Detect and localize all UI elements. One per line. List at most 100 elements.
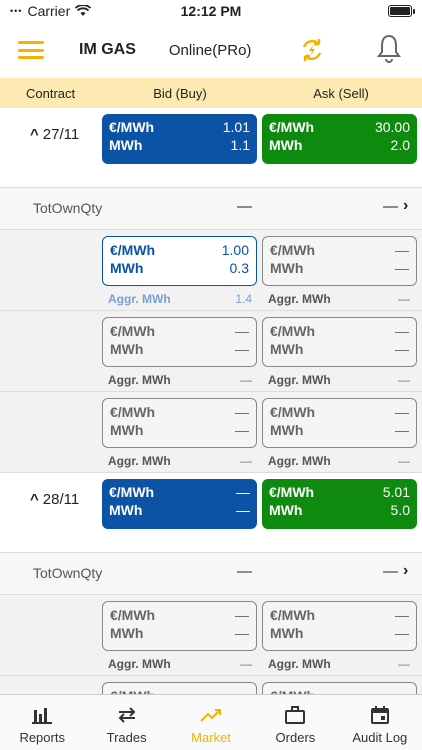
price-unit-label: €/MWh	[270, 687, 315, 694]
ask-quote[interactable]: €/MWh—MWh—	[262, 317, 417, 367]
price-value: —	[235, 607, 249, 623]
briefcase-icon	[285, 706, 306, 724]
bid-quote[interactable]: €/MWh —MWh —	[102, 601, 257, 651]
bid-quote[interactable]: €/MWh—MWh—	[102, 682, 257, 694]
price-line: €/MWh 5.01	[269, 483, 410, 501]
chevron-right-icon[interactable]: ›	[403, 197, 408, 215]
tab-trades[interactable]: Trades	[84, 695, 168, 750]
tab-label: Orders	[275, 730, 316, 745]
own-qty-row[interactable]: TotOwnQty — — ›	[0, 553, 422, 595]
own-qty-bid: —	[237, 563, 252, 580]
price-value: —	[235, 687, 249, 694]
contract-row: ^ 28/11 €/MWh — MWh — €/MWh 5.01 MWh 5.0	[0, 473, 422, 553]
price-line: €/MWh —	[110, 606, 249, 624]
ask-quote[interactable]: €/MWh—MWh—	[262, 682, 417, 694]
tab-label: Market	[191, 730, 231, 745]
tab-label: Reports	[19, 730, 65, 745]
price-line: €/MWh —	[109, 483, 250, 501]
qty-line: MWh —	[110, 340, 249, 358]
depth-row: €/MWh—MWh—€/MWh—MWh—Aggr. MWh—Aggr. MWh—	[0, 595, 422, 676]
price-line: €/MWh —	[270, 322, 409, 340]
tab-audit-log[interactable]: Audit Log	[338, 695, 422, 750]
qty-line: MWh —	[270, 624, 409, 642]
depth-row: €/MWh 1.00 MWh 0.3 €/MWh — MWh — Aggr. MWh 1.4 Agg…	[0, 230, 422, 311]
tab-label: Trades	[106, 730, 147, 745]
price-line: €/MWh —	[270, 687, 409, 694]
aggr-value: —	[240, 657, 252, 671]
tab-orders[interactable]: Orders	[253, 695, 337, 750]
bid-quote[interactable]: €/MWh—MWh—	[102, 479, 257, 529]
depth-row: €/MWh—MWh—€/MWh—MWh—Aggr. MWh—Aggr. MWh—	[0, 676, 422, 694]
qty-value: —	[395, 422, 409, 438]
price-unit-label: €/MWh	[110, 687, 155, 694]
price-value: —	[395, 687, 409, 694]
contract-toggle[interactable]: ^ 27/11	[30, 126, 79, 143]
qty-line: MWh —	[270, 259, 409, 277]
price-unit-label: €/MWh	[269, 119, 315, 135]
status-bar: ••• Carrier 12:12 PM	[0, 0, 422, 22]
qty-unit-label: MWh	[270, 260, 304, 276]
ask-quote[interactable]: €/MWh 30.00 MWh 2.0	[262, 114, 417, 164]
price-unit-label: €/MWh	[270, 242, 316, 258]
contract-row: ^ 27/11 €/MWh 1.01 MWh 1.1 €/MWh 30.00 MWh 2.0	[0, 108, 422, 188]
bid-quote[interactable]: €/MWh—MWh—	[102, 317, 257, 367]
qty-value: 0.3	[229, 260, 249, 276]
ask-quote[interactable]: €/MWh—MWh—	[262, 601, 417, 651]
tab-reports[interactable]: Reports	[0, 695, 84, 750]
price-value: —	[395, 607, 409, 623]
bid-quote[interactable]: €/MWh 1.00 MWh 0.3	[102, 236, 257, 286]
own-qty-ask: —	[383, 563, 398, 580]
qty-line: MWh 0.3	[110, 259, 249, 277]
aggr-label: Aggr. MWh	[268, 454, 331, 468]
qty-unit-label: MWh	[270, 625, 304, 641]
aggr-label: Aggr. MWh	[268, 292, 331, 306]
aggr-label: Aggr. MWh	[108, 292, 171, 306]
price-value: 1.01	[222, 119, 250, 135]
price-value: —	[395, 242, 409, 258]
price-line: €/MWh —	[270, 606, 409, 624]
qty-value: 1.1	[230, 137, 250, 153]
ask-quote[interactable]: €/MWh —MWh—	[262, 236, 417, 286]
price-unit-label: €/MWh	[110, 607, 156, 623]
bell-icon[interactable]	[376, 33, 402, 63]
qty-unit-label: MWh	[109, 502, 143, 518]
aggr-label: Aggr. MWh	[268, 373, 331, 387]
price-unit-label: €/MWh	[110, 323, 156, 339]
bar-chart-icon	[32, 708, 53, 724]
ask-quote[interactable]: €/MWh—MWh—	[262, 398, 417, 448]
ask-quote[interactable]: €/MWh 5.01 MWh 5.0	[262, 479, 417, 529]
price-value: —	[235, 404, 249, 420]
qty-value: 5.0	[390, 502, 410, 518]
refresh-icon[interactable]	[298, 36, 326, 64]
app-header: IM GAS Online(PRo)	[0, 22, 422, 78]
qty-unit-label: MWh	[270, 341, 304, 357]
tab-market[interactable]: Market	[169, 695, 253, 750]
menu-icon[interactable]	[18, 41, 44, 59]
bid-quote[interactable]: €/MWh—MWh—	[102, 398, 257, 448]
qty-unit-label: MWh	[110, 341, 144, 357]
own-qty-row[interactable]: TotOwnQty — — ›	[0, 188, 422, 230]
qty-unit-label: MWh	[110, 625, 144, 641]
price-line: €/MWh 30.00	[269, 118, 410, 136]
trend-line-icon	[200, 709, 222, 722]
qty-line: MWh —	[109, 501, 250, 519]
price-value: —	[395, 404, 409, 420]
chevron-right-icon[interactable]: ›	[403, 562, 408, 580]
tab-label: Audit Log	[352, 730, 408, 745]
depth-row: €/MWh—MWh—€/MWh—MWh—Aggr. MWh—Aggr. MWh—	[0, 311, 422, 392]
qty-line: MWh 2.0	[269, 136, 410, 154]
market-book[interactable]: ^ 27/11 €/MWh 1.01 MWh 1.1 €/MWh 30.00 MWh 2.0 Tot…	[0, 108, 422, 694]
aggr-value: —	[240, 454, 252, 468]
aggr-label: Aggr. MWh	[268, 657, 331, 671]
contract-name: 28/11	[42, 491, 80, 508]
own-qty-ask: —	[383, 198, 398, 215]
price-value: 5.01	[382, 484, 410, 500]
price-unit-label: €/MWh	[110, 242, 156, 258]
contract-toggle[interactable]: ^ 28/11	[30, 491, 79, 508]
qty-value: —	[235, 422, 249, 438]
qty-line: MWh —	[110, 421, 249, 439]
aggr-value: —	[398, 373, 410, 387]
tab-bar: Reports Trades Market Orders Audit Log	[0, 694, 422, 750]
bid-quote[interactable]: €/MWh 1.01 MWh 1.1	[102, 114, 257, 164]
aggr-label: Aggr. MWh	[108, 657, 171, 671]
